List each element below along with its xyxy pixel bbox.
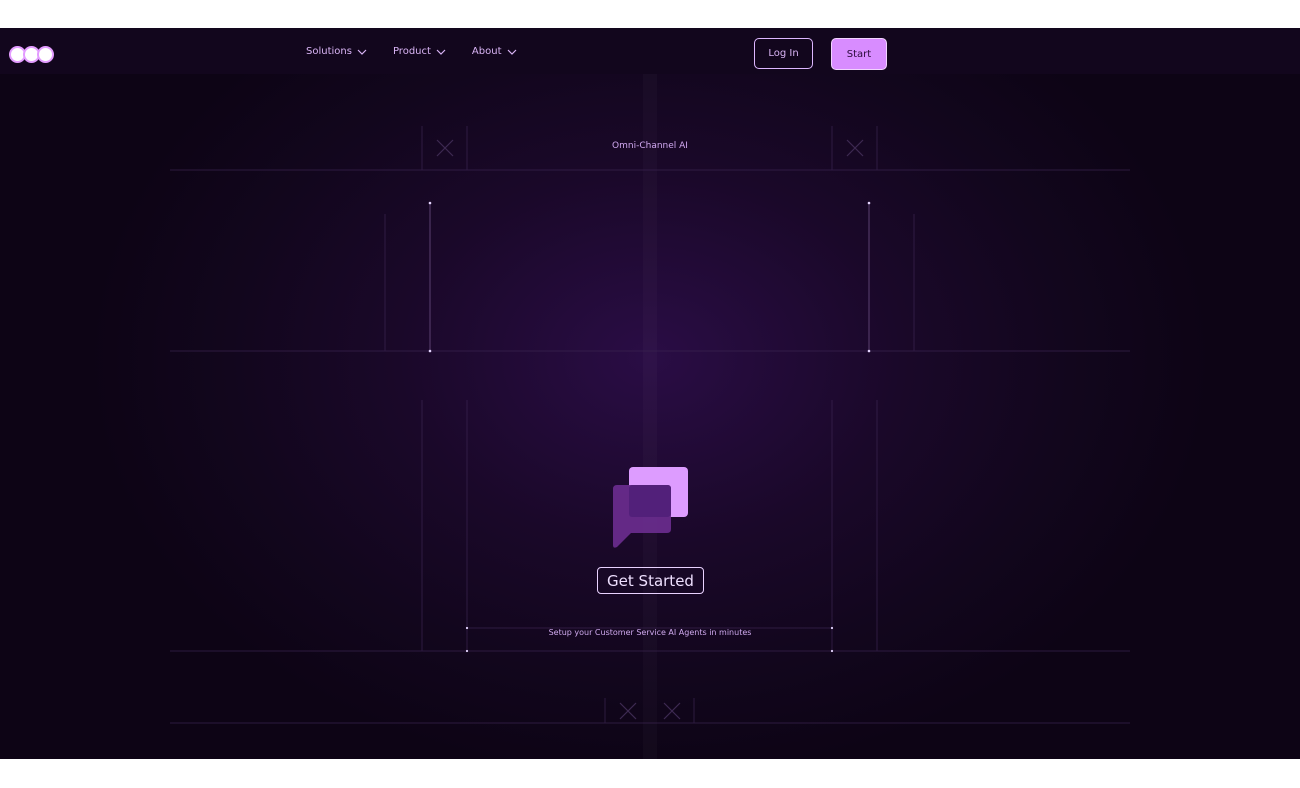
nav-product-label: Product	[392, 46, 431, 57]
grid-decoration	[170, 126, 1130, 724]
landing-page: Solutions Product About Log In Start Omn…	[0, 28, 1300, 759]
chevron-down-icon	[436, 49, 446, 55]
hero-subline: Setup your Customer Service AI Agents in…	[548, 628, 752, 637]
chat-bubbles-icon	[613, 467, 688, 548]
main-nav: Solutions Product About	[306, 46, 543, 57]
hero-eyebrow: Omni-Channel AI	[612, 141, 688, 151]
chevron-down-icon	[357, 49, 367, 55]
top-navigation-bar: Solutions Product About Log In Start	[0, 28, 1300, 74]
logo-circles-icon[interactable]	[9, 45, 54, 63]
nav-about[interactable]: About	[472, 46, 517, 57]
chevron-down-icon	[507, 49, 516, 55]
nav-solutions[interactable]: Solutions	[306, 46, 367, 57]
nav-product[interactable]: Product	[393, 46, 446, 57]
get-started-button[interactable]: Get Started	[597, 567, 704, 594]
login-button[interactable]: Log In	[754, 38, 813, 69]
nav-about-label: About	[471, 46, 502, 57]
start-button[interactable]: Start	[831, 38, 887, 70]
nav-solutions-label: Solutions	[306, 46, 352, 57]
logo-dot	[37, 45, 54, 63]
